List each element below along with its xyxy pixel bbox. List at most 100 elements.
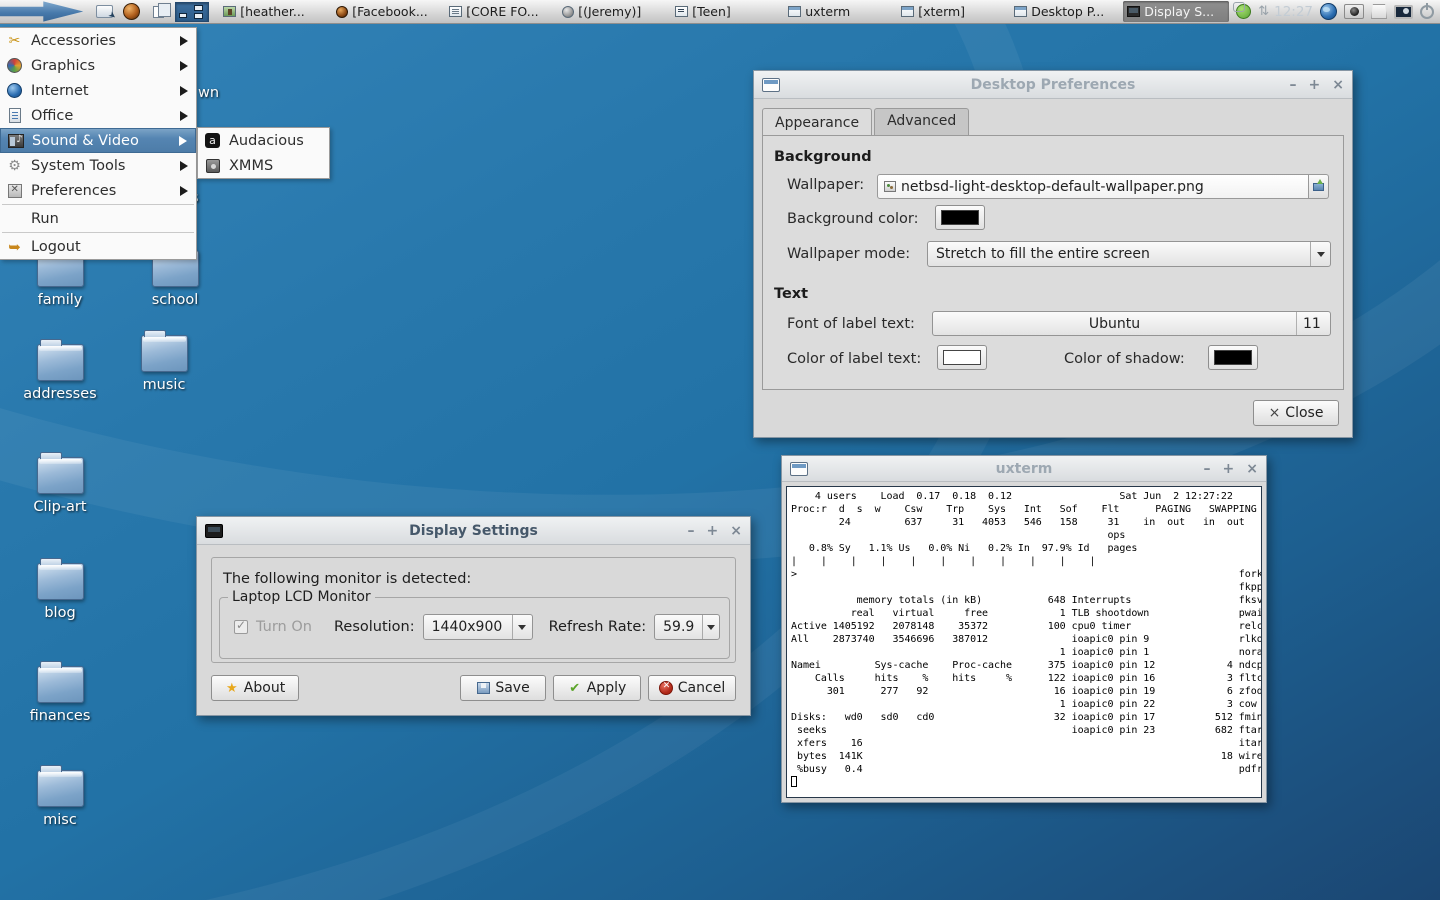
task-button[interactable]: [Teen] xyxy=(671,1,777,22)
titlebar[interactable]: uxterm – + × xyxy=(782,456,1266,482)
no-icon xyxy=(6,210,23,227)
minimize-button[interactable]: – xyxy=(1204,461,1211,477)
shadow-color-swatch-button[interactable] xyxy=(1208,345,1258,370)
globe-icon[interactable] xyxy=(1320,3,1337,20)
wallpaper-input[interactable]: netbsd-light-desktop-default-wallpaper.p… xyxy=(877,174,1309,199)
task-button-label: [(Jeremy)] xyxy=(578,4,641,19)
taskbar: [heather... [Facebook... [CORE FO... [(J… xyxy=(0,0,1440,24)
minimize-button[interactable]: – xyxy=(1290,77,1297,93)
desktop-icon-clip-art[interactable]: Clip-art xyxy=(12,457,108,515)
terminal-line: Proc:r d s w Csw Trp Sys Int Sof Flt PAG… xyxy=(791,503,1261,516)
close-button[interactable]: × xyxy=(1332,77,1344,93)
terminal-cursor-line xyxy=(791,776,1261,790)
menu-item-internet[interactable]: Internet xyxy=(0,78,196,103)
web-browser-launcher[interactable] xyxy=(120,2,143,22)
menu-item-label: System Tools xyxy=(31,158,125,174)
close-button[interactable]: × xyxy=(1246,461,1258,477)
task-button[interactable]: [xterm] xyxy=(897,1,1003,22)
label-color-swatch-button[interactable] xyxy=(937,345,987,370)
maximize-button[interactable]: + xyxy=(1309,77,1321,93)
desktop-icon-misc[interactable]: misc xyxy=(12,770,108,828)
window-icon xyxy=(1014,6,1027,17)
desktop-icon-label: misc xyxy=(12,812,108,828)
menu-item-preferences[interactable]: Preferences xyxy=(0,178,196,203)
desktop-icon-addresses[interactable]: addresses xyxy=(12,344,108,402)
refresh-rate-select[interactable]: 59.9 xyxy=(654,614,720,640)
maximize-button[interactable]: + xyxy=(707,523,719,539)
task-button[interactable]: [heather... xyxy=(219,1,325,22)
submenu-item-audacious[interactable]: aAudacious xyxy=(198,128,329,153)
menu-item-sound-video[interactable]: Sound & Video xyxy=(0,128,196,153)
desktop-icon-music[interactable]: music xyxy=(116,335,212,393)
menu-item-graphics[interactable]: Graphics xyxy=(0,53,196,78)
wallpaper-browse-button[interactable] xyxy=(1309,174,1329,199)
task-button[interactable]: uxterm xyxy=(784,1,890,22)
close-button[interactable]: × xyxy=(730,523,742,539)
menu-item-run[interactable]: Run xyxy=(0,206,196,231)
titlebar[interactable]: Display Settings – + × xyxy=(197,517,750,545)
font-row: Font of label text: xyxy=(787,316,915,332)
terminal-line: 24 637 31 4053 546 158 31 in out in out xyxy=(791,516,1261,529)
windows-launcher[interactable] xyxy=(147,2,170,22)
desktop-icon-finances[interactable]: finances xyxy=(12,666,108,724)
chat-presence-icon[interactable] xyxy=(1236,4,1251,19)
desktop-icon-blog[interactable]: blog xyxy=(12,563,108,621)
submenu-arrow-icon xyxy=(180,61,188,71)
wallpaper-mode-select[interactable]: Stretch to fill the entire screen xyxy=(927,241,1331,267)
task-button[interactable]: Desktop P... xyxy=(1010,1,1116,22)
window-controls: – + × xyxy=(688,523,742,539)
menu-item-logout[interactable]: ➥Logout xyxy=(0,234,196,259)
notes-icon[interactable] xyxy=(1371,4,1387,19)
network-arrows-icon[interactable]: ⇅ xyxy=(1258,4,1267,19)
menu-separator xyxy=(2,204,194,205)
tab-advanced[interactable]: Advanced xyxy=(874,108,969,136)
task-button[interactable]: [Facebook... xyxy=(332,1,438,22)
photo-icon xyxy=(223,6,236,17)
hidden-label-fragment: wn xyxy=(198,85,219,101)
close-button-label: Close xyxy=(1285,405,1323,421)
menu-item-label: Graphics xyxy=(31,58,95,74)
font-select-button[interactable]: Ubuntu 11 xyxy=(932,311,1331,336)
clock[interactable]: 12:27 xyxy=(1274,4,1313,20)
display-sleep-icon[interactable] xyxy=(1394,5,1413,19)
task-button[interactable]: [CORE FO... xyxy=(445,1,551,22)
folder-icon xyxy=(37,457,84,494)
chevron-down-icon xyxy=(1310,242,1330,266)
bg-color-swatch-button[interactable] xyxy=(935,205,985,230)
titlebar[interactable]: Desktop Preferences – + × xyxy=(754,71,1352,99)
terminal-line: 301 277 92 16 ioapic0 pin 19 6 zfod xyxy=(791,685,1261,698)
submenu-item-xmms[interactable]: XMMS xyxy=(198,153,329,178)
task-button-active[interactable]: Display S... xyxy=(1123,1,1229,22)
sound-video-submenu: aAudacious XMMS xyxy=(197,127,330,179)
resolution-label: Resolution: xyxy=(334,619,415,635)
bg-color-label: Background color: xyxy=(787,211,918,227)
maximize-button[interactable]: + xyxy=(1223,461,1235,477)
desktop-preferences-window: Desktop Preferences – + × Appearance Adv… xyxy=(753,70,1353,438)
resolution-select[interactable]: 1440x900 xyxy=(423,614,533,640)
close-dialog-button[interactable]: × Close xyxy=(1253,400,1339,426)
save-button[interactable]: Save xyxy=(460,675,546,701)
turn-on-checkbox[interactable] xyxy=(234,620,248,634)
window-icon xyxy=(901,6,914,17)
about-button[interactable]: ★About xyxy=(211,675,299,701)
monitor-icon xyxy=(205,524,223,538)
file-manager-launcher[interactable] xyxy=(93,2,116,22)
desktop-pager[interactable] xyxy=(173,2,211,22)
camera-icon[interactable] xyxy=(1344,4,1364,19)
tab-appearance[interactable]: Appearance xyxy=(762,108,872,136)
system-tray: ⇅ 12:27 xyxy=(1236,3,1440,20)
menu-item-system-tools[interactable]: ⚙System Tools xyxy=(0,153,196,178)
power-icon[interactable] xyxy=(1420,5,1434,19)
task-button[interactable]: [(Jeremy)] xyxy=(558,1,664,22)
main-menu-arrow-button[interactable] xyxy=(0,0,83,24)
cancel-button[interactable]: Cancel xyxy=(648,675,736,701)
menu-item-accessories[interactable]: ✂Accessories xyxy=(0,28,196,53)
shadow-color-row: Color of shadow: xyxy=(1064,351,1185,367)
wallpaper-mode-value: Stretch to fill the entire screen xyxy=(928,246,1310,262)
terminal-output[interactable]: 4 users Load 0.17 0.18 0.12 Sat Jun 2 12… xyxy=(786,486,1262,798)
pager-icon xyxy=(175,2,209,22)
apply-button[interactable]: ✔Apply xyxy=(553,675,641,701)
minimize-button[interactable]: – xyxy=(688,523,695,539)
terminal-cursor xyxy=(791,776,797,787)
menu-item-office[interactable]: Office xyxy=(0,103,196,128)
